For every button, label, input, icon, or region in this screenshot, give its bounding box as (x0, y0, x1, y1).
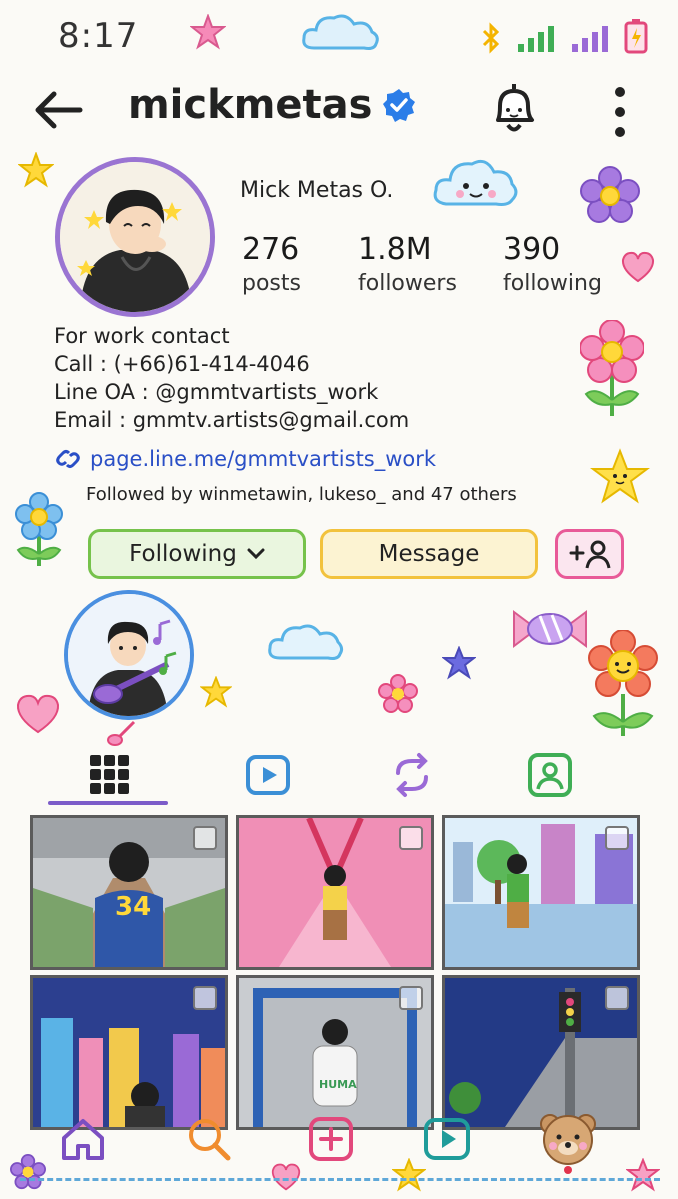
home-icon[interactable] (58, 1114, 108, 1164)
profile-username: mickmetas (128, 82, 416, 128)
star-decoration-icon (200, 676, 232, 708)
add-user-icon (569, 540, 610, 569)
cloud-decoration-icon (302, 14, 379, 50)
stat-label: following (503, 271, 602, 296)
post-thumbnail[interactable] (30, 975, 228, 1130)
profile-link[interactable]: page.line.me/gmmtvartists_work (54, 447, 436, 471)
link-icon (56, 450, 80, 468)
bio-line: Email : gmmtv.artists@gmail.com (54, 408, 410, 432)
wifi-signal-icon (572, 26, 608, 52)
reels-icon[interactable] (422, 1114, 472, 1164)
blue-flower-decoration-icon (15, 492, 63, 566)
bio-line: For work contact (54, 324, 230, 348)
notifications-bell-icon[interactable] (486, 80, 542, 138)
star-decoration-icon (442, 646, 476, 680)
heart-decoration-icon (16, 694, 60, 734)
guitar-decoration-icon (107, 720, 136, 746)
star-decoration-icon (190, 14, 226, 50)
post-thumbnail[interactable] (442, 975, 640, 1130)
candy-decoration-icon (513, 610, 587, 648)
bottom-divider (20, 1178, 660, 1181)
smiling-flower-decoration-icon (588, 630, 658, 736)
heart-decoration-icon (621, 251, 655, 283)
cellular-signal-icon (518, 26, 554, 52)
cloud-face-decoration-icon (433, 159, 518, 206)
stat-value: 1.8M (358, 232, 432, 267)
profile-bear-icon[interactable] (538, 1110, 598, 1174)
pink-flower-decoration-icon (378, 674, 418, 713)
search-icon[interactable] (184, 1114, 234, 1164)
star-face-decoration-icon (590, 448, 650, 504)
tagged-icon[interactable] (526, 751, 574, 799)
active-tab-indicator (48, 801, 168, 805)
create-icon[interactable] (306, 1114, 356, 1164)
bio-line: Call : (+66)61-414-4046 (54, 352, 310, 376)
jersey-number: 34 (115, 892, 152, 922)
profile-full-name: Mick Metas O. (240, 178, 394, 203)
highlight-illustration (68, 594, 190, 716)
post-thumbnail[interactable] (236, 815, 434, 970)
stat-posts[interactable]: 276 posts (242, 232, 301, 296)
bluetooth-icon (482, 22, 500, 54)
status-time: 8:17 (58, 16, 139, 56)
message-label: Message (378, 541, 480, 567)
star-decoration-icon (392, 1158, 426, 1192)
bottom-navigation (0, 1110, 678, 1180)
link-text[interactable]: page.line.me/gmmtvartists_work (90, 447, 436, 471)
stat-followers[interactable]: 1.8M followers (358, 232, 457, 296)
profile-bio: For work contact Call : (+66)61-414-4046… (54, 322, 409, 434)
profile-tabs (0, 745, 678, 807)
post-thumbnail[interactable] (442, 815, 640, 970)
profile-avatar[interactable] (55, 157, 215, 317)
star-decoration-icon (626, 1158, 660, 1192)
cloud-decoration-icon (268, 624, 344, 660)
more-options-icon[interactable] (608, 84, 632, 140)
avatar-illustration (60, 162, 210, 312)
star-decoration-icon (18, 152, 54, 188)
sweater-text: HUMA (319, 1078, 357, 1091)
select-checkbox[interactable] (399, 986, 423, 1010)
purple-flower-decoration-icon (10, 1154, 46, 1190)
post-thumbnail[interactable]: 34 (30, 815, 228, 970)
status-icons (480, 18, 648, 54)
grid-icon[interactable] (86, 751, 134, 799)
add-user-button[interactable] (555, 529, 624, 579)
story-highlight[interactable] (64, 590, 194, 720)
stat-label: posts (242, 271, 301, 296)
stat-value: 276 (242, 232, 300, 267)
heart-decoration-icon (271, 1163, 301, 1191)
pink-flower-decoration-icon (580, 320, 644, 416)
following-button[interactable]: Following (88, 529, 306, 579)
repost-icon[interactable] (388, 751, 436, 799)
status-bar: 8:17 (0, 0, 678, 70)
message-button[interactable]: Message (320, 529, 538, 579)
select-checkbox[interactable] (605, 986, 629, 1010)
purple-flower-decoration-icon (580, 166, 640, 223)
following-label: Following (129, 541, 237, 567)
chevron-down-icon (247, 548, 265, 560)
stat-value: 390 (503, 232, 561, 267)
select-checkbox[interactable] (399, 826, 423, 850)
reels-icon[interactable] (244, 751, 292, 799)
post-thumbnail[interactable]: HUMA (236, 975, 434, 1130)
verified-badge-icon (383, 89, 416, 122)
battery-icon (624, 19, 648, 54)
back-arrow-icon[interactable] (30, 86, 86, 134)
followed-by-text[interactable]: Followed by winmetawin, lukeso_ and 47 o… (86, 484, 517, 505)
bio-line: Line OA : @gmmtvartists_work (54, 380, 379, 404)
select-checkbox[interactable] (605, 826, 629, 850)
select-checkbox[interactable] (193, 826, 217, 850)
stat-label: followers (358, 271, 457, 296)
username-text: mickmetas (128, 82, 373, 128)
select-checkbox[interactable] (193, 986, 217, 1010)
stat-following[interactable]: 390 following (503, 232, 602, 296)
